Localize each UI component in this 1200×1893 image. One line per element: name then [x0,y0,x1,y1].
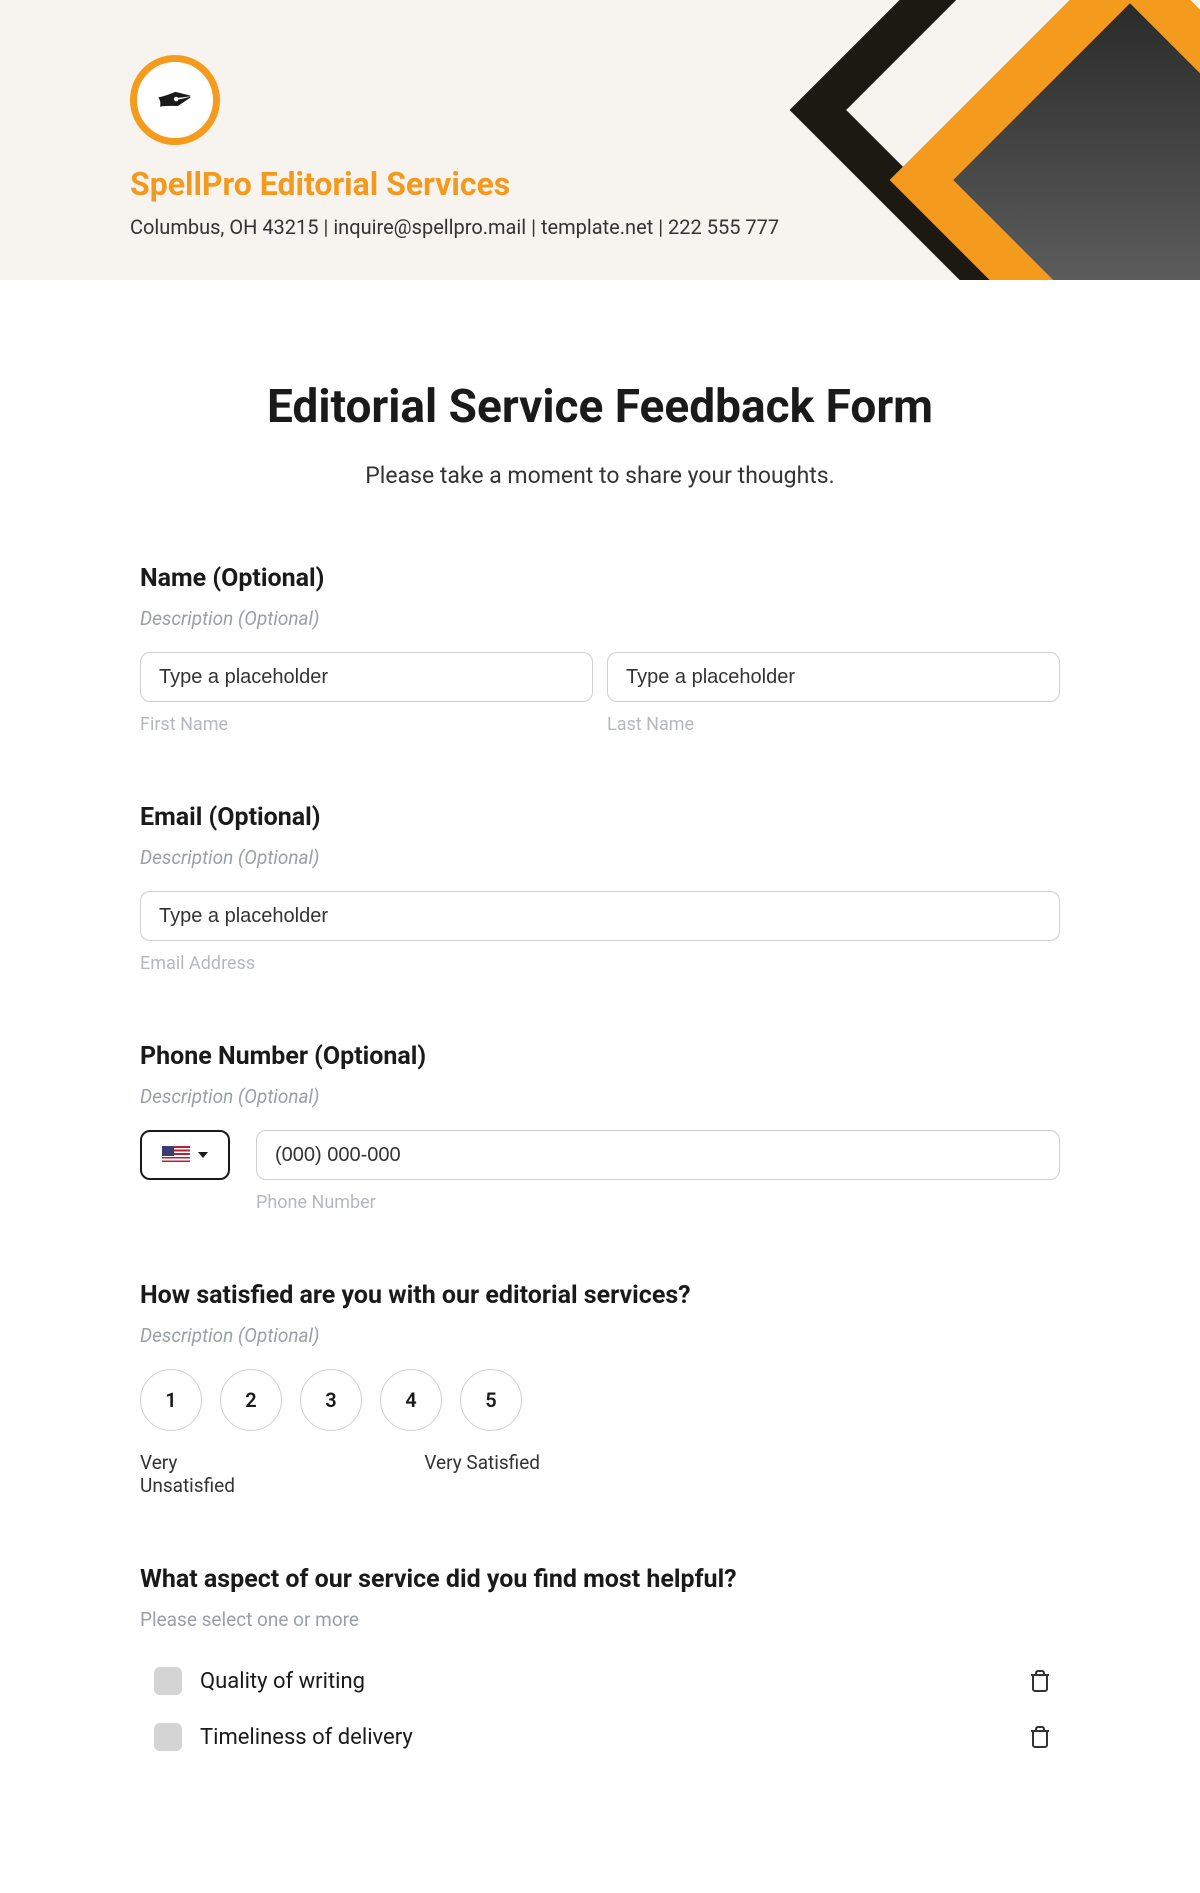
rating-low-label: Very Unsatisfied [140,1451,260,1497]
email-label: Email (Optional) [140,803,1060,832]
aspect-option-1-label: Quality of writing [200,1669,1010,1694]
form-title: Editorial Service Feedback Form [140,380,1060,434]
trash-icon[interactable] [1028,1669,1052,1693]
aspect-option-row: Timeliness of delivery [140,1709,1060,1765]
phone-desc: Description (Optional) [140,1085,1060,1108]
first-name-input[interactable] [140,652,593,702]
brand-contact-line: Columbus, OH 43215 | inquire@spellpro.ma… [130,215,779,239]
form-container: Editorial Service Feedback Form Please t… [140,280,1060,1893]
brand-logo: ✒ [130,55,220,145]
satisfaction-label: How satisfied are you with our editorial… [140,1281,1060,1310]
brand-block: ✒ SpellPro Editorial Services Columbus, … [130,55,779,239]
form-subtitle: Please take a moment to share your thoug… [140,462,1060,489]
rating-5[interactable]: 5 [460,1369,522,1431]
chevron-down-icon [198,1152,208,1158]
last-name-sublabel: Last Name [607,714,1060,735]
satisfaction-field-group: How satisfied are you with our editorial… [140,1281,1060,1497]
rating-4[interactable]: 4 [380,1369,442,1431]
header-decoration [800,0,1200,280]
email-sublabel: Email Address [140,953,1060,974]
phone-label: Phone Number (Optional) [140,1042,1060,1071]
flag-us-icon [162,1146,190,1164]
header-banner: ✒ SpellPro Editorial Services Columbus, … [0,0,1200,280]
trash-icon[interactable] [1028,1725,1052,1749]
rating-2[interactable]: 2 [220,1369,282,1431]
brand-name: SpellPro Editorial Services [130,165,779,203]
name-desc: Description (Optional) [140,607,1060,630]
aspect-desc: Please select one or more [140,1608,1060,1631]
email-input[interactable] [140,891,1060,941]
aspect-checkbox-2[interactable] [154,1723,182,1751]
aspect-checkbox-1[interactable] [154,1667,182,1695]
last-name-input[interactable] [607,652,1060,702]
rating-3[interactable]: 3 [300,1369,362,1431]
aspect-field-group: What aspect of our service did you find … [140,1565,1060,1765]
aspect-option-2-label: Timeliness of delivery [200,1725,1010,1750]
country-select[interactable] [140,1130,230,1180]
rating-row: 1 2 3 4 5 [140,1369,1060,1431]
rating-1[interactable]: 1 [140,1369,202,1431]
pen-icon: ✒ [151,70,199,131]
email-desc: Description (Optional) [140,846,1060,869]
phone-field-group: Phone Number (Optional) Description (Opt… [140,1042,1060,1213]
rating-high-label: Very Satisfied [424,1451,540,1497]
aspect-label: What aspect of our service did you find … [140,1565,1060,1594]
name-label: Name (Optional) [140,564,1060,593]
aspect-option-row: Quality of writing [140,1653,1060,1709]
rating-labels: Very Unsatisfied Very Satisfied [140,1451,540,1497]
first-name-sublabel: First Name [140,714,593,735]
phone-input[interactable] [256,1130,1060,1180]
email-field-group: Email (Optional) Description (Optional) … [140,803,1060,974]
name-field-group: Name (Optional) Description (Optional) F… [140,564,1060,735]
satisfaction-desc: Description (Optional) [140,1324,1060,1347]
phone-sublabel: Phone Number [256,1192,1060,1213]
